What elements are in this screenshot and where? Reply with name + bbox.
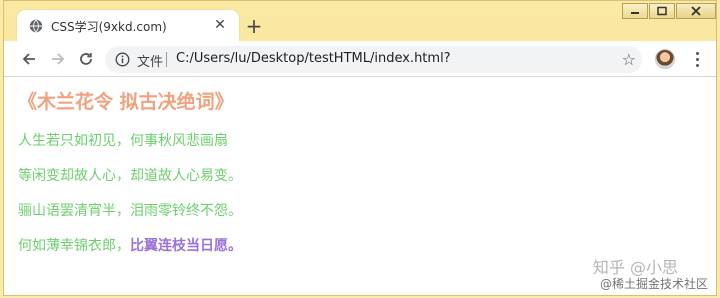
browser-tab[interactable]: CSS学习(9xkd.com) ✕ bbox=[17, 10, 239, 42]
poem-line-last: 何如薄幸锦衣郎，比翼连枝当日愿。 bbox=[18, 235, 242, 255]
browser-toolbar: 文件 C:/Users/lu/Desktop/testHTML/index.ht… bbox=[4, 41, 716, 77]
minimize-icon[interactable] bbox=[622, 3, 648, 19]
url-text[interactable]: C:/Users/lu/Desktop/testHTML/index.html? bbox=[176, 51, 451, 66]
watermark-zhihu: 知乎 @小思 bbox=[592, 258, 678, 277]
watermark-juejin: @稀土掘金技术社区 bbox=[599, 277, 708, 291]
reload-icon[interactable] bbox=[75, 48, 97, 70]
window-controls bbox=[621, 3, 716, 19]
info-icon[interactable] bbox=[115, 52, 130, 67]
page-content: 《木兰花令 拟古决绝词》 人生若只如初见，何事秋风悲画扇 等闲变却故人心，却道故… bbox=[4, 77, 716, 295]
browser-window: CSS学习(9xkd.com) ✕ + 文件 C:/Users/lu/Deskt… bbox=[3, 0, 717, 296]
divider bbox=[166, 52, 167, 67]
kebab-menu-icon[interactable] bbox=[689, 50, 705, 68]
tab-strip: CSS学习(9xkd.com) ✕ + bbox=[4, 1, 716, 42]
file-label: 文件 bbox=[137, 55, 164, 70]
forward-arrow-icon[interactable] bbox=[47, 48, 69, 70]
address-bar[interactable]: 文件 C:/Users/lu/Desktop/testHTML/index.ht… bbox=[105, 46, 642, 73]
close-icon[interactable]: ✕ bbox=[212, 17, 228, 33]
watermark: 知乎 @小思 @稀土掘金技术社区 bbox=[593, 259, 708, 293]
poem-line: 等闲变却故人心，却道故人心易变。 bbox=[18, 168, 242, 184]
poem-line: 人生若只如初见，何事秋风悲画扇 bbox=[18, 133, 228, 149]
plus-icon[interactable]: + bbox=[243, 16, 265, 38]
poem-line-prefix: 何如薄幸锦衣郎， bbox=[18, 238, 130, 254]
avatar[interactable] bbox=[655, 49, 675, 69]
window-close-icon[interactable] bbox=[676, 3, 716, 19]
maximize-icon[interactable] bbox=[649, 3, 675, 19]
globe-icon bbox=[29, 19, 43, 33]
poem-line-highlight: 比翼连枝当日愿。 bbox=[130, 238, 242, 254]
tab-title: CSS学习(9xkd.com) bbox=[51, 20, 167, 34]
star-icon[interactable]: ☆ bbox=[622, 50, 636, 69]
back-arrow-icon[interactable] bbox=[18, 48, 40, 70]
poem-line: 骊山语罢清宵半，泪雨零铃终不怨。 bbox=[18, 203, 242, 219]
poem-title: 《木兰花令 拟古决绝词》 bbox=[18, 91, 234, 113]
